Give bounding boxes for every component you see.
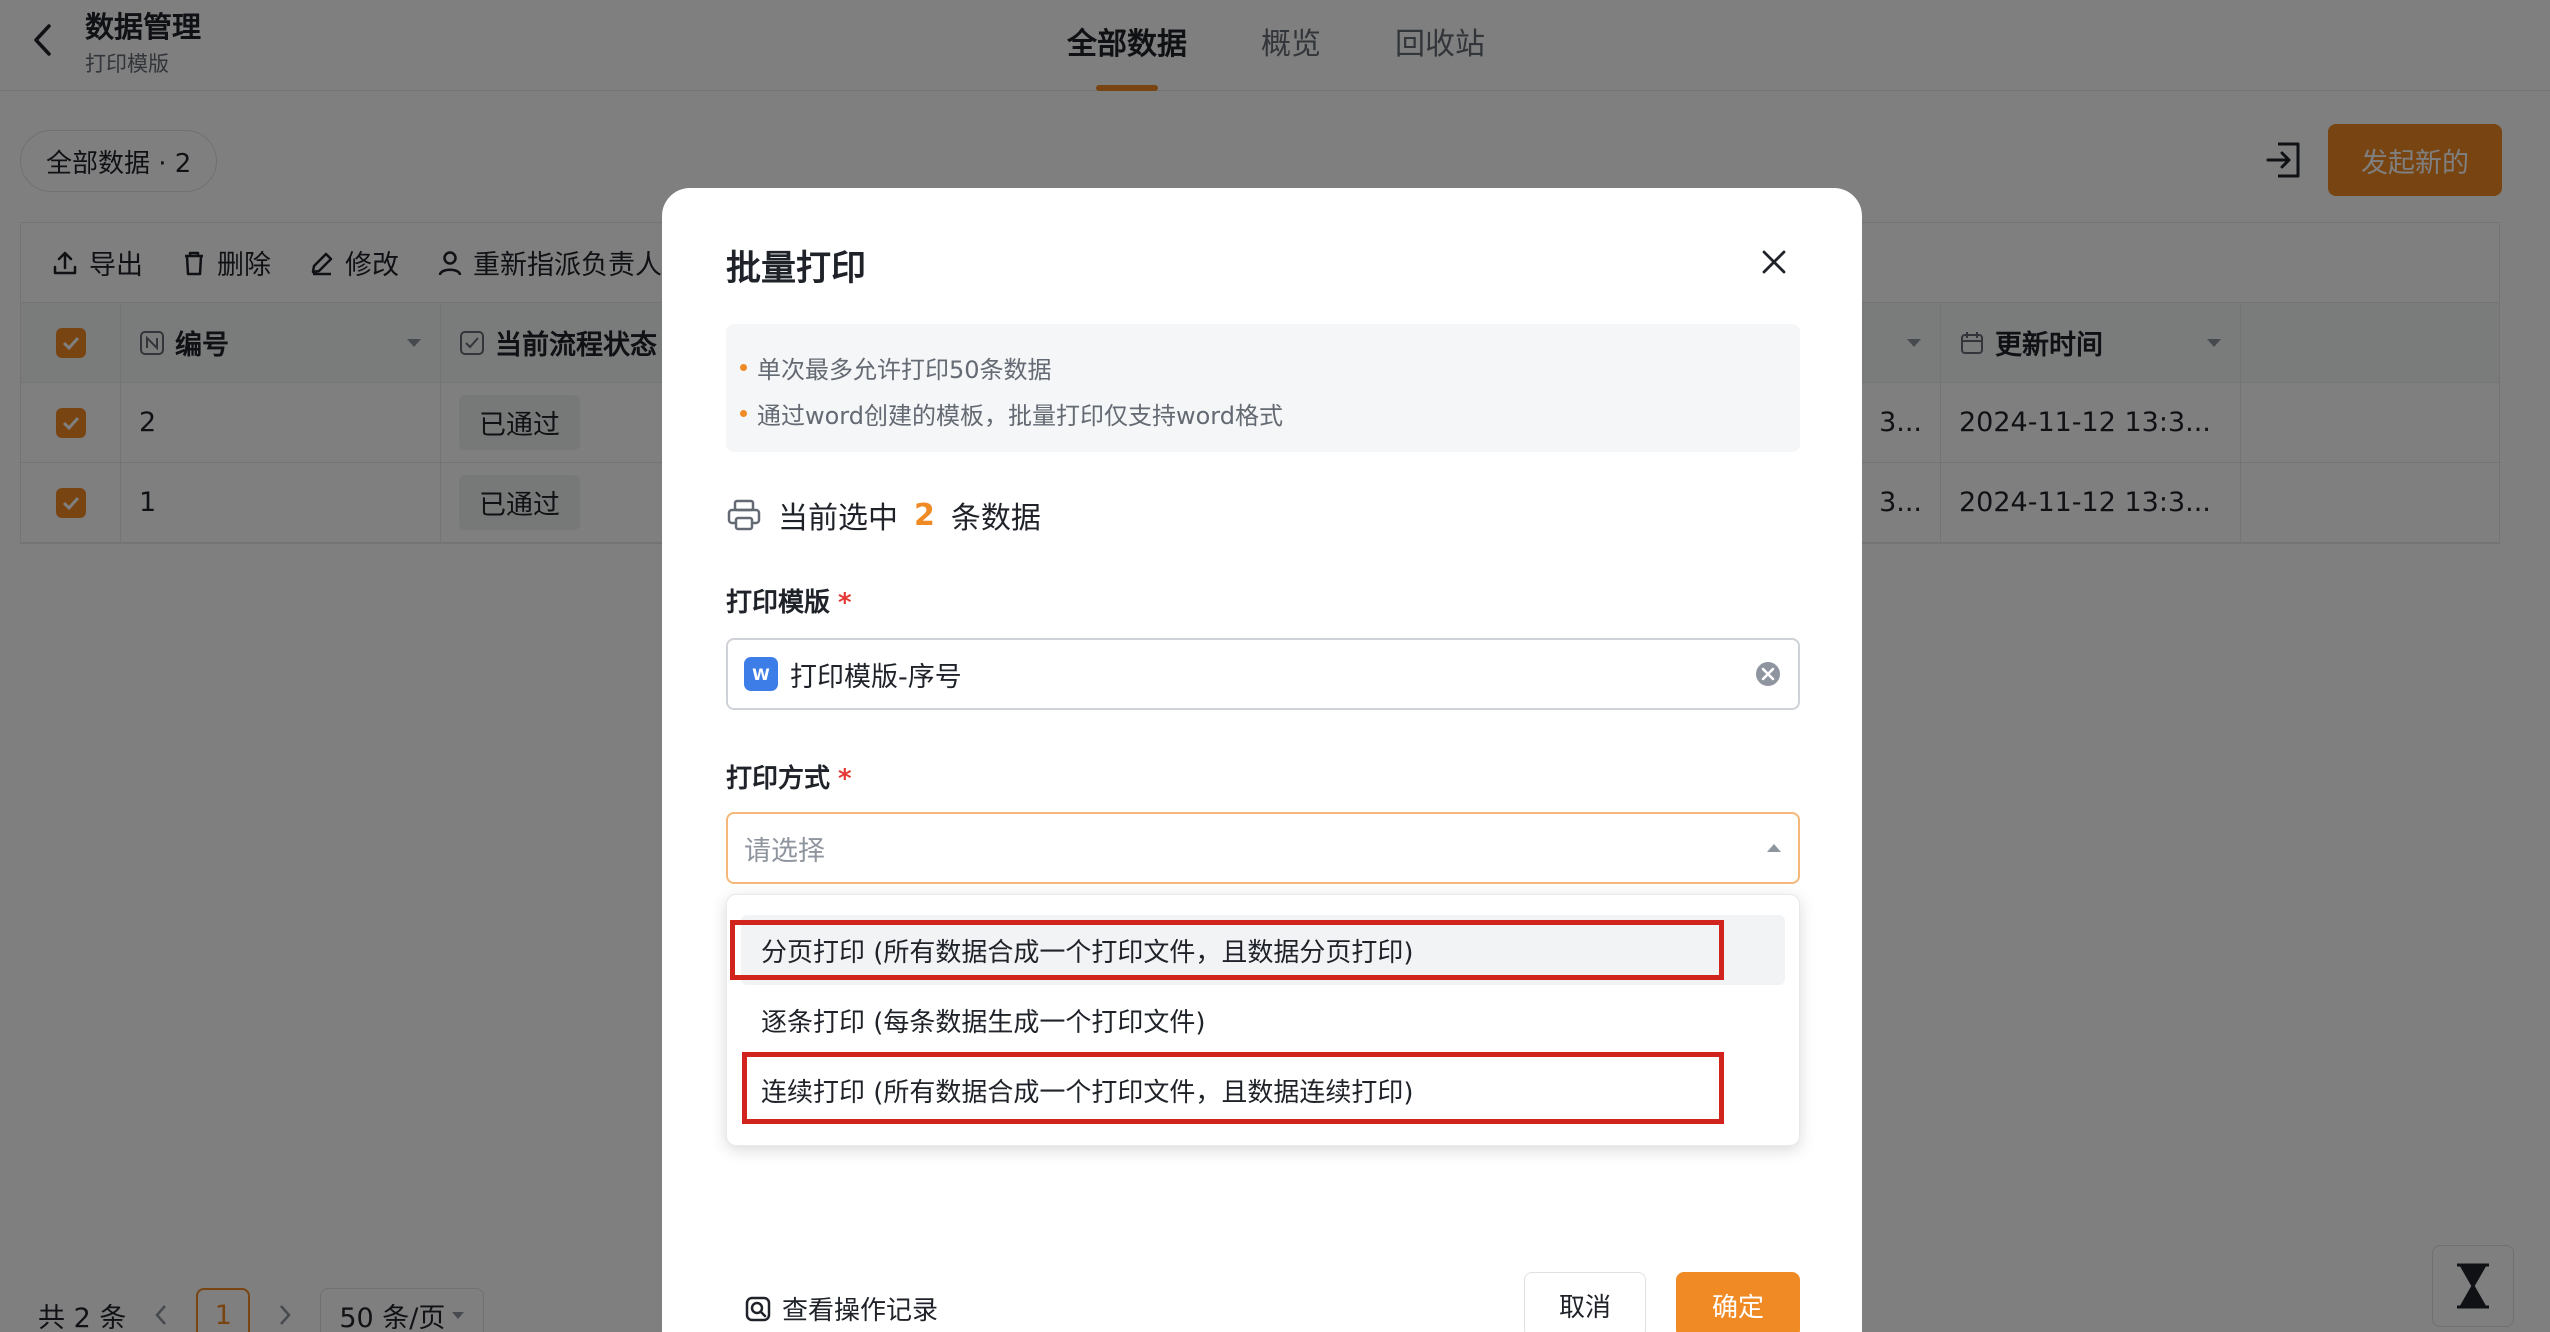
notice-text: 通过word创建的模板，批量打印仅支持word格式: [757, 401, 1283, 430]
word-file-icon: W: [744, 657, 778, 691]
notice-text: 单次最多允许打印50条数据: [757, 355, 1052, 384]
bullet-dot: [740, 409, 747, 417]
caret-up-icon: [1767, 844, 1781, 852]
notice-box: 单次最多允许打印50条数据 通过word创建的模板，批量打印仅支持word格式: [726, 324, 1800, 452]
clear-icon[interactable]: [1754, 660, 1782, 688]
highlight-box: [730, 920, 1724, 980]
bullet-dot: [740, 363, 747, 371]
print-method-select[interactable]: 请选择: [726, 812, 1800, 884]
method-label: 打印方式 *: [726, 758, 852, 795]
confirm-button[interactable]: 确定: [1676, 1272, 1800, 1332]
cancel-button[interactable]: 取消: [1524, 1272, 1646, 1332]
notice-item: 单次最多允许打印50条数据: [740, 344, 1786, 390]
method-placeholder: 请选择: [744, 835, 825, 867]
template-label-text: 打印模版: [726, 588, 831, 618]
selection-count: 2: [914, 497, 935, 533]
selection-summary: 当前选中 2 条数据: [726, 493, 1041, 537]
template-value: 打印模版-序号: [790, 661, 962, 693]
close-icon: [1762, 250, 1786, 274]
option-per-record-print[interactable]: 逐条打印 (每条数据生成一个打印文件): [741, 985, 1785, 1055]
selection-suffix: 条数据: [950, 501, 1041, 536]
operation-log-label: 查看操作记录: [782, 1296, 939, 1326]
template-label: 打印模版 *: [726, 582, 852, 619]
required-mark: *: [838, 588, 852, 618]
close-button[interactable]: [1754, 242, 1794, 282]
required-mark: *: [838, 764, 852, 794]
notice-item: 通过word创建的模板，批量打印仅支持word格式: [740, 390, 1786, 436]
batch-print-dialog: 批量打印 单次最多允许打印50条数据 通过word创建的模板，批量打印仅支持wo…: [662, 188, 1862, 1332]
selection-prefix: 当前选中: [778, 501, 898, 536]
dialog-title: 批量打印: [726, 249, 867, 289]
template-select[interactable]: W 打印模版-序号: [726, 638, 1800, 710]
search-record-icon: [745, 1296, 771, 1321]
method-label-text: 打印方式: [726, 764, 831, 794]
operation-log-link[interactable]: 查看操作记录: [744, 1290, 938, 1327]
highlight-box: [742, 1052, 1724, 1124]
printer-icon: [727, 499, 761, 531]
